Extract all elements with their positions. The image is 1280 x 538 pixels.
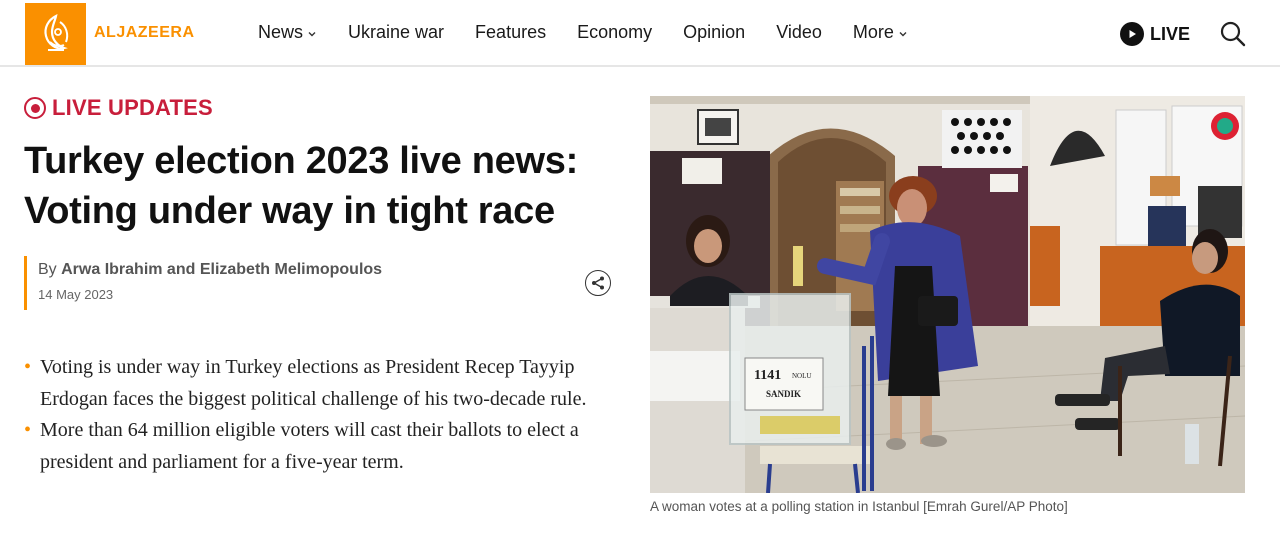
headline-line-2: Voting under way in tight race — [24, 190, 555, 232]
aljazeera-emblem-icon — [43, 14, 68, 51]
summary-bullet: Voting is under way in Turkey elections … — [24, 352, 624, 415]
publish-date: 14 May 2023 — [38, 287, 114, 302]
article-headline: Turkey election 2023 live news: Voting u… — [24, 136, 634, 236]
headline-line-1: Turkey election 2023 live news: — [24, 140, 578, 182]
live-updates-badge: LIVE UPDATES — [24, 95, 213, 121]
nav-item-news[interactable]: News — [258, 22, 317, 43]
site-header: ALJAZEERA News Ukraine war Features Econ… — [0, 0, 1280, 67]
chevron-down-icon — [308, 32, 316, 37]
author-link[interactable]: Arwa Ibrahim and Elizabeth Melimopoulos — [61, 261, 382, 278]
polling-station-image: 1141 NOLU SANDIK — [650, 96, 1245, 493]
nav-item-label: Economy — [577, 22, 653, 42]
nav-item-ukraine-war[interactable]: Ukraine war — [348, 22, 444, 43]
logo-icon[interactable] — [25, 3, 86, 65]
nav-item-label: Features — [475, 22, 547, 42]
ballot-box-number: 1141 — [754, 368, 781, 383]
nav-item-features[interactable]: Features — [475, 22, 546, 43]
nav-item-label: More — [852, 22, 894, 42]
ballot-box-label: SANDIK — [766, 389, 801, 399]
summary-bullet: More than 64 million eligible voters wil… — [24, 415, 624, 478]
live-indicator-icon — [24, 97, 46, 119]
search-icon[interactable] — [1219, 20, 1247, 48]
summary-bullets: Voting is under way in Turkey elections … — [24, 352, 624, 478]
photo-caption: A woman votes at a polling station in Is… — [650, 499, 1068, 514]
share-icon[interactable] — [585, 270, 611, 296]
nav-item-more[interactable]: More — [853, 22, 908, 43]
brand-name[interactable]: ALJAZEERA — [94, 24, 195, 42]
live-button[interactable]: LIVE — [1120, 22, 1190, 46]
live-label: LIVE — [1150, 23, 1191, 44]
ballot-box-small: NOLU — [792, 372, 811, 380]
nav-item-label: Ukraine war — [348, 22, 445, 42]
nav-item-video[interactable]: Video — [776, 22, 822, 43]
byline-authors: By Arwa Ibrahim and Elizabeth Melimopoul… — [38, 261, 382, 279]
byline: By Arwa Ibrahim and Elizabeth Melimopoul… — [24, 256, 382, 310]
chevron-down-icon — [899, 32, 907, 37]
nav-item-opinion[interactable]: Opinion — [683, 22, 745, 43]
nav-item-economy[interactable]: Economy — [577, 22, 652, 43]
byline-prefix: By — [38, 261, 62, 278]
nav-item-label: News — [258, 22, 304, 42]
main-nav: News Ukraine war Features Economy Opinio… — [258, 22, 939, 43]
nav-item-label: Opinion — [683, 22, 746, 42]
article-photo: 1141 NOLU SANDIK — [650, 96, 1245, 493]
live-updates-label: LIVE UPDATES — [52, 95, 213, 120]
nav-item-label: Video — [776, 22, 822, 42]
play-icon — [1120, 22, 1144, 46]
